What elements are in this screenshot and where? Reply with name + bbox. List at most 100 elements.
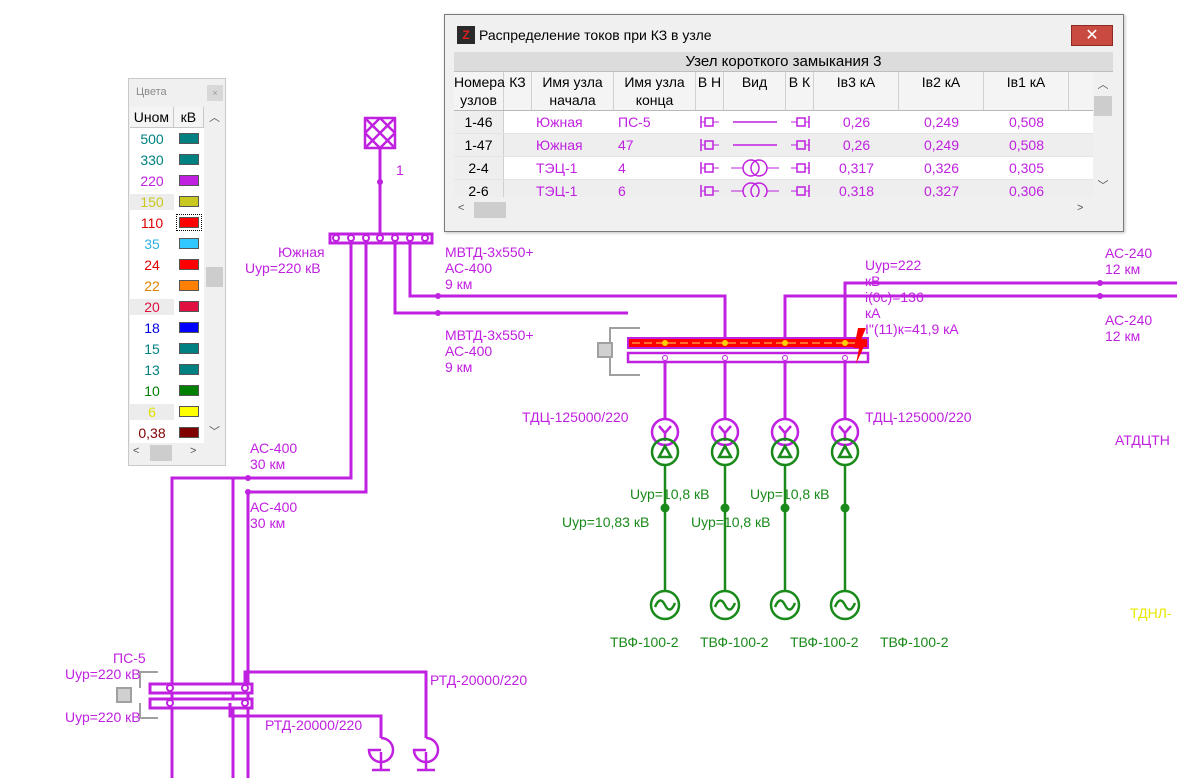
column-header-i3[interactable]: Iв3 кА [814,72,899,110]
color-swatch[interactable] [179,280,199,291]
bus-voltage-label: Uур=222 [865,257,921,273]
voltage-color-row[interactable]: 20 [130,296,204,317]
colors-panel-title-text: Цвета [136,86,167,98]
scrollbar-thumb[interactable] [474,202,506,218]
generator-label-4: ТВФ-100-2 [880,634,949,650]
column-header-kz[interactable]: КЗ [504,72,532,110]
column-header-kind[interactable]: Вид [724,72,786,110]
node-1-symbol[interactable] [363,116,397,150]
color-swatch[interactable] [179,406,199,417]
scroll-right-icon[interactable]: > [190,445,196,457]
column-header-vn[interactable]: В Н [696,72,724,110]
scrollbar-thumb[interactable] [150,445,172,461]
bus-current-label: i(0c)=136 [865,289,924,305]
column-header-unom[interactable]: Uном [130,107,174,127]
scroll-right-icon[interactable]: > [1077,202,1083,214]
table-row[interactable]: 2-6 ТЭЦ-1 6 0,318 0,327 0,306 [454,180,1093,197]
scrollbar-thumb[interactable] [1094,96,1112,116]
tdc-left-label: ТДЦ-125000/220 [522,409,629,425]
voltage-color-row[interactable]: 330 [130,149,204,170]
voltage-color-row[interactable]: 15 [130,338,204,359]
scroll-down-icon[interactable]: ﹀ [205,423,224,439]
mvtd2-label: МВТД-3x550+ [445,327,534,343]
voltage-color-row[interactable]: 10 [130,380,204,401]
voltage-color-row[interactable]: 150 [130,191,204,212]
fault-currents-table[interactable]: Номера узлов КЗ Имя узла начала Имя узла ко… [454,72,1093,197]
color-swatch[interactable] [179,133,199,144]
voltage-color-row[interactable]: 22 [130,275,204,296]
generator-symbols[interactable] [649,589,861,621]
transformer-symbols[interactable] [650,417,860,447]
fault-distribution-window[interactable]: Z Распределение токов при КЗ в узле ✕ Уз… [444,14,1124,232]
color-swatch[interactable] [179,154,199,165]
colors-table[interactable]: Uном кВ 500 330 220 150 110 35 24 22 20 18 15 13 10 6… [130,107,204,443]
ps5-label: ПС-5 [113,650,146,666]
cell-end-node: 6 [618,183,626,197]
close-button[interactable]: ✕ [1071,25,1113,46]
ac400-line1-label: АС-400 [250,440,297,456]
cell-vn-switch [696,134,724,156]
colors-table-header: Uном кВ [130,107,204,128]
column-header-nodes[interactable]: Номера узлов [454,72,505,110]
color-swatch[interactable] [179,343,199,354]
voltage-value: 6 [130,403,174,420]
color-swatch[interactable] [179,301,199,312]
fault-bus[interactable] [626,328,870,364]
ac240-line2-length: 12 км [1105,328,1140,344]
column-header-i2[interactable]: Iв2 кА [899,72,984,110]
column-header-kv[interactable]: кВ [174,107,204,127]
voltage-color-row[interactable]: 110 [130,212,204,233]
color-swatch[interactable] [179,364,199,375]
color-swatch[interactable] [179,196,199,207]
color-swatch[interactable] [176,214,202,231]
voltage-color-row[interactable]: 35 [130,233,204,254]
voltage-value: 150 [130,193,174,210]
cell-nodes: 1-46 [454,111,504,133]
ac400-line1-length: 30 км [250,456,285,472]
bus-current-unit: кА [865,305,881,321]
scroll-down-icon[interactable]: ﹀ [1093,177,1113,193]
color-swatch[interactable] [179,259,199,270]
bus-ps5-upper[interactable] [148,682,254,695]
fault-node-caption: Узел короткого замыкания 3 [454,52,1113,72]
bus-voltage-unit: кВ [865,273,880,289]
color-swatch[interactable] [179,427,199,438]
table-row[interactable]: 2-4 ТЭЦ-1 4 0,317 0,326 0,305 [454,157,1093,180]
column-header-end-node[interactable]: Имя узла конца [614,72,696,110]
scroll-up-icon[interactable]: ︿ [1093,76,1113,92]
voltage-value: 18 [144,319,160,336]
voltage-color-row[interactable]: 6 [130,401,204,422]
scrollbar-thumb[interactable] [206,267,223,287]
bus-ps5-lower[interactable] [148,697,254,710]
reactor-symbols[interactable] [367,736,440,772]
horizontal-scrollbar[interactable]: < > [454,200,1093,220]
voltage-value: 220 [140,172,164,189]
column-header-start-node[interactable]: Имя узла начала [532,72,614,110]
voltage-color-row[interactable]: 500 [130,128,204,149]
table-row[interactable]: 1-46 Южная ПС-5 0,26 0,249 0,508 [454,111,1093,134]
scroll-up-icon[interactable]: ︿ [205,109,224,125]
color-swatch[interactable] [179,238,199,249]
voltage-color-row[interactable]: 24 [130,254,204,275]
window-titlebar[interactable]: Z Распределение токов при КЗ в узле ✕ [445,15,1123,51]
column-header-i1[interactable]: Iв1 кА [984,72,1069,110]
voltage-color-row[interactable]: 18 [130,317,204,338]
scroll-left-icon[interactable]: < [133,445,139,457]
cell-kind-symbol [724,180,786,197]
voltage-color-row[interactable]: 220 [130,170,204,191]
color-swatch[interactable] [179,385,199,396]
gen-voltage-label-3: Uур=10,83 кВ [562,514,649,530]
voltage-color-row[interactable]: 13 [130,359,204,380]
close-icon[interactable]: × [207,85,223,101]
horizontal-scrollbar[interactable]: < > [130,443,204,463]
vertical-scrollbar[interactable]: ︿ ﹀ [205,107,224,441]
column-header-vk[interactable]: В К [786,72,814,110]
voltage-value: 330 [140,151,164,168]
voltage-color-row[interactable]: 0,38 [130,422,204,443]
color-swatch[interactable] [179,175,199,186]
colors-panel[interactable]: Цвета × Uном кВ 500 330 220 150 110 35 24 22 20 1… [128,78,226,466]
scroll-left-icon[interactable]: < [458,202,464,214]
vertical-scrollbar[interactable]: ︿ ﹀ [1093,72,1113,197]
color-swatch[interactable] [179,322,199,333]
table-row[interactable]: 1-47 Южная 47 0,26 0,249 0,508 [454,134,1093,157]
